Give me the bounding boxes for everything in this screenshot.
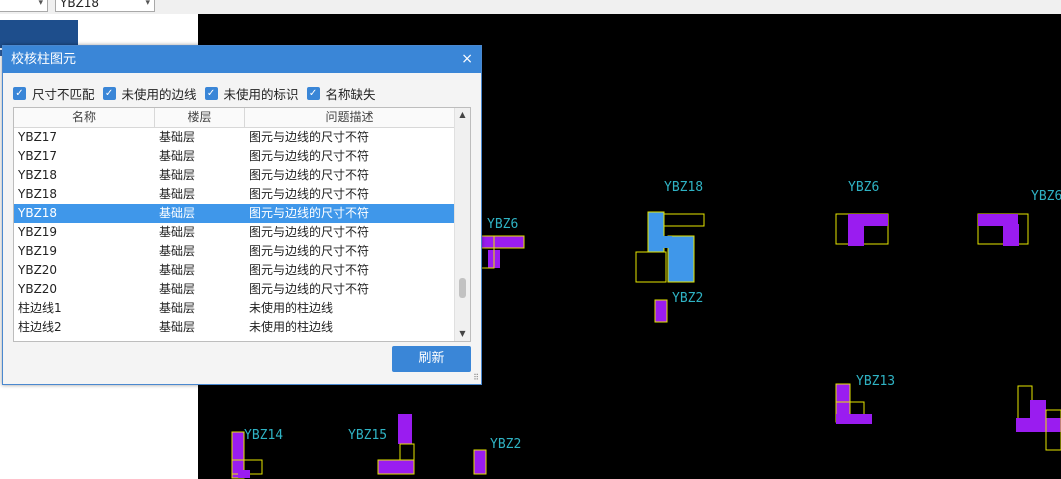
vertical-scrollbar[interactable]: ▲ ▼ <box>454 108 470 341</box>
cell-desc: 图元与边线的尺寸不符 <box>249 206 370 220</box>
column-header-floor[interactable]: 楼层 <box>155 108 245 127</box>
dialog-title-bar[interactable]: 校核柱图元 × <box>3 46 481 73</box>
chevron-down-icon: ▾ <box>38 0 43 8</box>
cell-desc: 图元与边线的尺寸不符 <box>249 244 370 258</box>
cell-floor: 基础层 <box>159 301 196 315</box>
cad-label-ybz14: YBZ14 <box>244 428 284 443</box>
floor-select[interactable]: ▾ <box>0 0 48 12</box>
column-ybz2-a[interactable] <box>654 299 668 323</box>
cell-desc: 未使用的柱边线 <box>249 301 334 315</box>
cad-label-ybz15: YBZ15 <box>348 428 388 443</box>
table-row[interactable]: YBZ18 基础层 图元与边线的尺寸不符 <box>14 185 470 204</box>
cell-floor: 基础层 <box>159 168 196 182</box>
filter-row: ✓ 尺寸不匹配 ✓ 未使用的边线 ✓ 未使用的标识 ✓ 名称缺失 <box>13 83 384 103</box>
cell-desc: 图元与边线的尺寸不符 <box>249 187 370 201</box>
scroll-up-icon[interactable]: ▲ <box>455 108 470 122</box>
check-columns-dialog: 校核柱图元 × ✓ 尺寸不匹配 ✓ 未使用的边线 ✓ 未使用的标识 ✓ 名称缺失… <box>2 45 482 385</box>
column-ybz18[interactable] <box>635 211 705 283</box>
cad-label-ybz6-b: YBZ6 <box>848 180 880 195</box>
table-row[interactable]: YBZ20 基础层 图元与边线的尺寸不符 <box>14 261 470 280</box>
cell-name: YBZ17 <box>18 149 58 163</box>
column-ybz13[interactable] <box>835 383 872 424</box>
cell-desc: 图元与边线的尺寸不符 <box>249 225 370 239</box>
filter-label: 尺寸不匹配 <box>32 86 95 102</box>
cad-label-ybz18: YBZ18 <box>664 180 704 195</box>
cell-name: YBZ18 <box>18 168 58 182</box>
column-ybz6-b[interactable] <box>835 213 889 246</box>
cell-floor: 基础层 <box>159 206 196 220</box>
cell-name: YBZ18 <box>18 206 58 220</box>
cell-name: YBZ19 <box>18 225 58 239</box>
table-header: 名称 楼层 问题描述 <box>14 108 470 128</box>
scroll-thumb[interactable] <box>459 278 466 298</box>
table-row[interactable]: YBZ18 基础层 图元与边线的尺寸不符 <box>14 166 470 185</box>
cell-name: YBZ19 <box>18 244 58 258</box>
cell-floor: 基础层 <box>159 263 196 277</box>
table-body: YBZ17 基础层 图元与边线的尺寸不符 YBZ17 基础层 图元与边线的尺寸不符 YBZ1… <box>14 128 470 337</box>
table-row[interactable]: YBZ19 基础层 图元与边线的尺寸不符 <box>14 223 470 242</box>
table-row[interactable]: YBZ19 基础层 图元与边线的尺寸不符 <box>14 242 470 261</box>
cell-floor: 基础层 <box>159 130 196 144</box>
column-ybz6-c[interactable] <box>977 213 1029 246</box>
checkbox-checked-icon[interactable]: ✓ <box>102 86 116 100</box>
cell-desc: 图元与边线的尺寸不符 <box>249 149 370 163</box>
cad-label-ybz13: YBZ13 <box>856 374 896 389</box>
filter-unused-mark[interactable]: ✓ 未使用的标识 <box>204 84 299 103</box>
resize-grip-icon[interactable]: ⠿ <box>473 373 479 382</box>
cell-floor: 基础层 <box>159 320 196 334</box>
cell-floor: 基础层 <box>159 282 196 296</box>
cell-name: 柱边线1 <box>18 301 62 315</box>
checkbox-checked-icon[interactable]: ✓ <box>204 86 218 100</box>
table-row[interactable]: 柱边线2 基础层 未使用的柱边线 <box>14 318 470 337</box>
table-row[interactable]: 柱边线1 基础层 未使用的柱边线 <box>14 299 470 318</box>
filter-unused-edge[interactable]: ✓ 未使用的边线 <box>102 84 197 103</box>
cell-desc: 图元与边线的尺寸不符 <box>249 263 370 277</box>
checkbox-checked-icon[interactable]: ✓ <box>306 86 320 100</box>
refresh-button[interactable]: 刷新 <box>392 346 471 372</box>
dialog-title: 校核柱图元 <box>11 52 77 67</box>
cell-name: 柱边线2 <box>18 320 62 334</box>
column-ybz6-a[interactable] <box>479 235 525 269</box>
cell-desc: 图元与边线的尺寸不符 <box>249 130 370 144</box>
scroll-down-icon[interactable]: ▼ <box>455 327 470 341</box>
chevron-down-icon: ▾ <box>145 0 150 8</box>
close-icon[interactable]: × <box>461 46 473 73</box>
cad-label-ybz2-b: YBZ2 <box>490 437 522 452</box>
filter-label: 名称缺失 <box>325 86 376 102</box>
filter-label: 未使用的边线 <box>121 86 197 102</box>
column-ybz2-b[interactable] <box>473 449 487 475</box>
column-right-edge[interactable] <box>1016 385 1061 451</box>
cell-desc: 图元与边线的尺寸不符 <box>249 168 370 182</box>
cell-name: YBZ20 <box>18 263 58 277</box>
issues-table: 名称 楼层 问题描述 YBZ17 基础层 图元与边线的尺寸不符 YBZ17 基础层 图元与… <box>13 107 471 342</box>
table-row[interactable]: YBZ20 基础层 图元与边线的尺寸不符 <box>14 280 470 299</box>
filter-label: 未使用的标识 <box>223 86 299 102</box>
filter-size-mismatch[interactable]: ✓ 尺寸不匹配 <box>13 84 95 103</box>
cell-name: YBZ18 <box>18 187 58 201</box>
cell-desc: 未使用的柱边线 <box>249 320 334 334</box>
top-toolbar: ▾ YBZ18 ▾ <box>0 0 1061 14</box>
cad-label-ybz2-a: YBZ2 <box>672 291 704 306</box>
panel-header-strip <box>0 20 78 48</box>
cell-floor: 基础层 <box>159 244 196 258</box>
checkbox-checked-icon[interactable]: ✓ <box>13 86 26 100</box>
table-row[interactable]: YBZ18 基础层 图元与边线的尺寸不符 <box>14 204 470 223</box>
cad-label-ybz6-a: YBZ6 <box>487 217 519 232</box>
table-row[interactable]: YBZ17 基础层 图元与边线的尺寸不符 <box>14 147 470 166</box>
column-ybz15[interactable] <box>377 414 415 475</box>
cad-label-ybz6-c: YBZ6 <box>1031 189 1061 204</box>
cell-desc: 图元与边线的尺寸不符 <box>249 282 370 296</box>
table-row[interactable]: YBZ17 基础层 图元与边线的尺寸不符 <box>14 128 470 147</box>
column-header-desc[interactable]: 问题描述 <box>245 108 455 127</box>
component-select[interactable]: YBZ18 ▾ <box>55 0 155 12</box>
cell-floor: 基础层 <box>159 187 196 201</box>
component-select-value: YBZ18 <box>60 0 100 10</box>
cell-name: YBZ20 <box>18 282 58 296</box>
filter-missing-name[interactable]: ✓ 名称缺失 <box>306 84 376 103</box>
cell-name: YBZ17 <box>18 130 58 144</box>
column-header-name[interactable]: 名称 <box>14 108 155 127</box>
cell-floor: 基础层 <box>159 149 196 163</box>
cell-floor: 基础层 <box>159 225 196 239</box>
